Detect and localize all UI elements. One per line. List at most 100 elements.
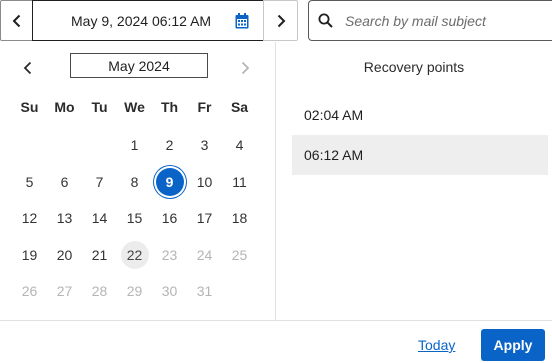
day-cell: 31 (187, 273, 222, 310)
today-day[interactable]: 22 (117, 237, 152, 274)
day-cell[interactable]: 21 (82, 237, 117, 274)
day-number: 1 (130, 137, 139, 154)
day-cell: 27 (47, 273, 82, 310)
date-time-field[interactable]: May 9, 2024 06:12 AM (32, 0, 264, 41)
day-cell: 23 (152, 237, 187, 274)
day-number: 27 (56, 283, 73, 300)
empty-day-cell (47, 127, 82, 164)
day-cell[interactable]: 18 (222, 200, 257, 237)
empty-day-cell (82, 127, 117, 164)
day-number: 22 (120, 240, 149, 269)
recovery-point-time: 02:04 AM (304, 107, 364, 123)
day-number: 12 (21, 210, 38, 227)
day-number: 3 (200, 137, 209, 154)
day-cell[interactable]: 11 (222, 164, 257, 201)
day-cell[interactable]: 3 (187, 127, 222, 164)
day-number: 9 (155, 167, 184, 196)
day-number: 11 (232, 173, 247, 190)
day-number: 20 (56, 246, 73, 263)
day-number: 26 (21, 283, 38, 300)
day-number: 24 (196, 246, 213, 263)
day-cell[interactable]: 8 (117, 164, 152, 201)
next-date-button[interactable] (263, 0, 298, 41)
weekday-label: Su (20, 99, 39, 115)
day-cell: 28 (82, 273, 117, 310)
chevron-left-icon (23, 61, 32, 75)
day-cell[interactable]: 2 (152, 127, 187, 164)
day-cell[interactable]: 5 (12, 164, 47, 201)
day-cell[interactable]: 17 (187, 200, 222, 237)
calendar-header: May 2024 (0, 52, 275, 82)
day-number: 14 (91, 210, 108, 227)
weekday-label: Th (160, 99, 179, 115)
day-cell[interactable]: 20 (47, 237, 82, 274)
day-cell[interactable]: 14 (82, 200, 117, 237)
day-cell: 30 (152, 273, 187, 310)
day-cell[interactable]: 15 (117, 200, 152, 237)
weekday-label: Fr (197, 99, 212, 115)
day-number: 30 (161, 283, 178, 300)
previous-month-button[interactable] (17, 57, 39, 79)
next-month-button (234, 57, 256, 79)
calendar-panel: May 2024 Su Mo Tu We Th Fr Sa 1 2 3 4 5 6 7 8 9 10 11 12 1… (0, 42, 275, 321)
weekday-header-row: Su Mo Tu We Th Fr Sa (12, 97, 257, 117)
previous-date-button[interactable] (0, 0, 33, 41)
day-number: 31 (196, 283, 213, 300)
day-number: 4 (235, 137, 244, 154)
apply-button[interactable]: Apply (481, 329, 545, 361)
recovery-point-item[interactable]: 02:04 AM (292, 95, 548, 135)
day-number: 5 (25, 173, 34, 190)
day-number: 15 (126, 210, 143, 227)
recovery-points-panel: Recovery points 02:04 AM 06:12 AM (276, 42, 552, 320)
day-cell[interactable]: 19 (12, 237, 47, 274)
day-cell[interactable]: 6 (47, 164, 82, 201)
search-input[interactable] (345, 12, 545, 29)
day-number: 29 (126, 283, 143, 300)
month-label[interactable]: May 2024 (70, 53, 208, 78)
day-grid: 1 2 3 4 5 6 7 8 9 10 11 12 13 14 15 16 17 18 19 20 21 22 23 24 2… (12, 127, 257, 310)
day-number: 2 (165, 137, 174, 154)
weekday-label: Tu (91, 99, 108, 115)
day-number: 19 (21, 246, 38, 263)
day-number: 21 (91, 246, 108, 263)
recovery-point-item[interactable]: 06:12 AM (292, 135, 548, 175)
today-link[interactable]: Today (418, 337, 455, 353)
weekday-label: Mo (54, 99, 75, 115)
day-cell: 25 (222, 237, 257, 274)
recovery-points-title: Recovery points (363, 59, 465, 75)
day-number: 17 (196, 210, 213, 227)
chevron-right-icon (241, 61, 250, 75)
day-number: 6 (60, 173, 69, 190)
day-number: 13 (56, 210, 73, 227)
day-number: 8 (130, 173, 139, 190)
day-cell[interactable]: 12 (12, 200, 47, 237)
day-number: 18 (231, 210, 248, 227)
date-time-value: May 9, 2024 06:12 AM (71, 12, 212, 29)
footer: Today Apply (0, 321, 552, 363)
day-number: 25 (231, 246, 248, 263)
chevron-left-icon (12, 14, 20, 27)
day-cell[interactable]: 1 (117, 127, 152, 164)
chevron-right-icon (277, 14, 285, 27)
day-cell: 26 (12, 273, 47, 310)
day-cell: 29 (117, 273, 152, 310)
weekday-label: Sa (230, 99, 249, 115)
recovery-point-time: 06:12 AM (304, 147, 364, 163)
toolbar: May 9, 2024 06:12 AM (0, 0, 552, 42)
search-icon (318, 13, 333, 28)
day-cell[interactable]: 13 (47, 200, 82, 237)
search-box[interactable] (308, 0, 552, 41)
selected-day[interactable]: 9 (152, 164, 187, 201)
day-cell[interactable]: 16 (152, 200, 187, 237)
calendar-icon[interactable] (235, 13, 249, 29)
day-number: 10 (196, 173, 213, 190)
day-cell[interactable]: 4 (222, 127, 257, 164)
day-cell[interactable]: 7 (82, 164, 117, 201)
day-number: 16 (161, 210, 178, 227)
day-cell[interactable]: 10 (187, 164, 222, 201)
empty-day-cell (12, 127, 47, 164)
day-number: 23 (161, 246, 178, 263)
day-cell: 24 (187, 237, 222, 274)
day-number: 7 (95, 173, 104, 190)
day-number: 28 (91, 283, 108, 300)
